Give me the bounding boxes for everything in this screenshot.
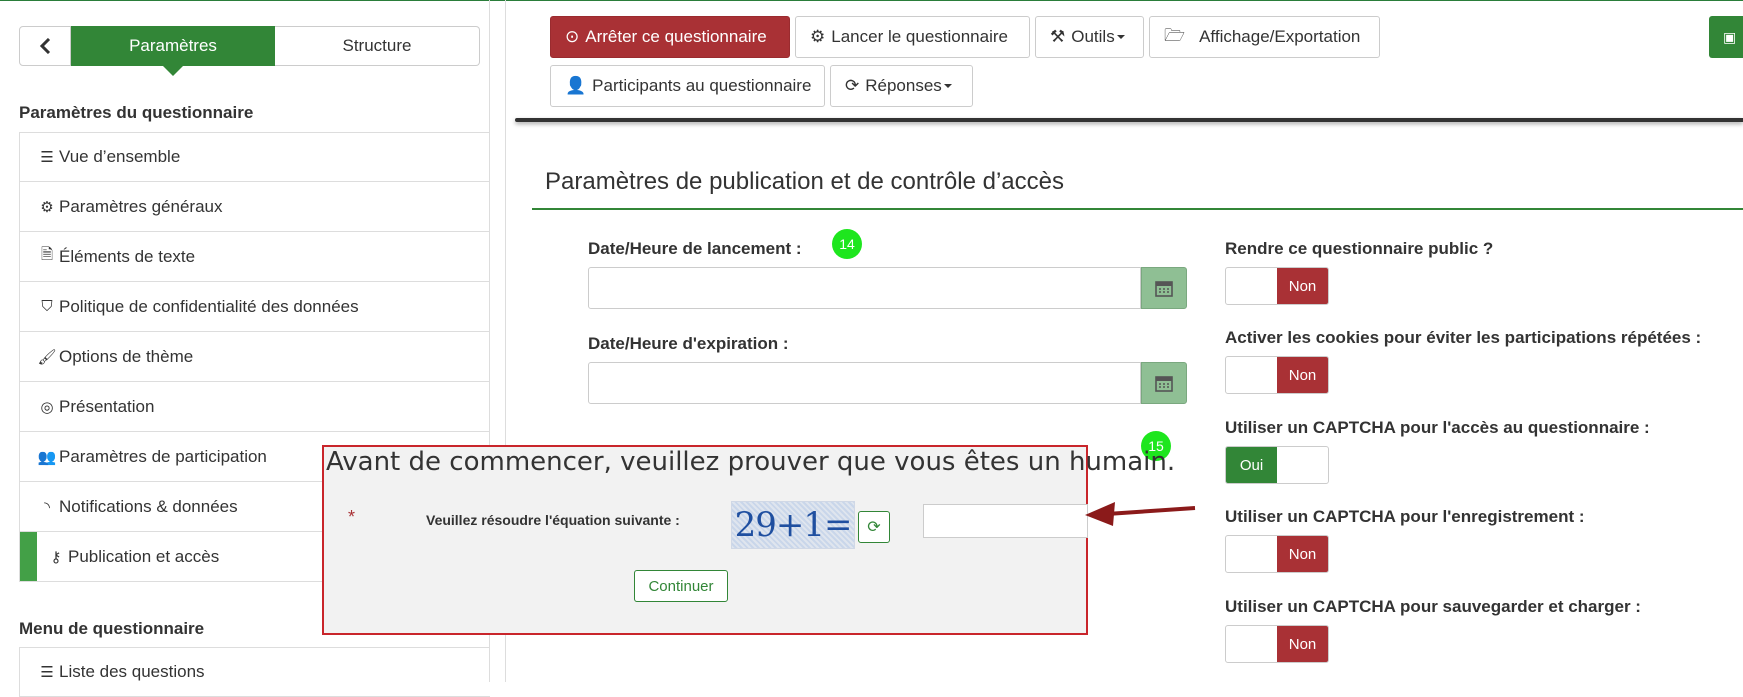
start-date-input[interactable]: [588, 267, 1141, 309]
toggle-empty: [1226, 357, 1277, 393]
caret-down-icon: [943, 84, 952, 88]
toggle-empty: [1226, 626, 1277, 662]
captcha-save-load-label: Utiliser un CAPTCHA pour sauvegarder et …: [1225, 597, 1641, 616]
sidebar-item-label: Paramètres généraux: [59, 196, 223, 216]
sidebar-item-question-list[interactable]: ☰ Liste des questions: [19, 647, 490, 697]
menu-section-title: Menu de questionnaire: [19, 619, 205, 638]
captcha-answer-input[interactable]: [923, 504, 1088, 538]
launch-survey-button[interactable]: ⚙ Lancer le questionnaire: [795, 16, 1030, 58]
cookies-label: Activer les cookies pour éviter les part…: [1225, 328, 1702, 347]
sidebar-item-label: Notifications & données: [59, 496, 238, 516]
expiry-date-label: Date/Heure d'expiration :: [588, 334, 789, 353]
captcha-refresh-button[interactable]: ⟳: [858, 511, 890, 543]
captcha-registration-toggle[interactable]: Non: [1225, 535, 1329, 573]
sidebar-item-label: Politique de confidentialité des données: [59, 296, 359, 316]
user-icon: 👤: [565, 76, 587, 95]
chevron-left-icon: [39, 38, 51, 54]
tab-structure[interactable]: Structure: [275, 26, 480, 66]
sidebar-item-label: Paramètres de participation: [59, 446, 267, 466]
section-title: Paramètres du questionnaire: [19, 103, 254, 122]
captcha-title: Avant de commencer, veuillez prouver que…: [326, 447, 1176, 477]
calendar-icon: [1155, 376, 1173, 392]
gears-icon: ⚙: [40, 198, 54, 216]
step-badge-14: 14: [832, 229, 862, 259]
tools-icon: ⚒: [1050, 27, 1066, 46]
sidebar-item-label: Vue d’ensemble: [59, 147, 181, 166]
toggle-value: Oui: [1226, 447, 1277, 483]
toggle-value: Non: [1277, 536, 1328, 572]
expiry-date-input[interactable]: [588, 362, 1141, 404]
participants-button[interactable]: 👤 Participants au questionnaire: [550, 65, 825, 107]
sidebar-item-text-elements[interactable]: 🗎 Éléments de texte: [19, 232, 490, 282]
caret-down-icon: [1116, 35, 1125, 39]
sidebar-item-general[interactable]: ⚙ Paramètres généraux: [19, 182, 490, 232]
save-button[interactable]: ▣: [1709, 16, 1743, 58]
start-date-calendar-button[interactable]: [1141, 267, 1187, 309]
toolbar-bottom-edge: [515, 118, 1743, 122]
list-icon: ☰: [40, 149, 54, 166]
back-button[interactable]: [19, 26, 71, 66]
responses-dropdown[interactable]: ⟳ Réponses: [830, 65, 973, 107]
key-icon: ⚷: [50, 548, 62, 566]
captcha-access-label: Utiliser un CAPTCHA pour l'accès au ques…: [1225, 418, 1650, 437]
sidebar-item-label: Options de thème: [59, 346, 194, 366]
toggle-value: Non: [1277, 626, 1328, 662]
start-date-label: Date/Heure de lancement :: [588, 239, 802, 258]
captcha-save-load-toggle[interactable]: Non: [1225, 625, 1329, 663]
sidebar-item-label: Éléments de texte: [59, 246, 196, 266]
sidebar-item-label: Présentation: [59, 396, 155, 416]
required-asterisk: *: [348, 507, 356, 527]
questionnaire-menu: ☰ Liste des questions: [19, 647, 490, 697]
floppy-disk-icon: ▣: [1723, 28, 1737, 45]
sidebar-item-privacy[interactable]: ⛉ Politique de confidentialité des donnée…: [19, 282, 490, 332]
document-icon: 🗎: [40, 246, 54, 263]
toggle-value: Non: [1277, 268, 1328, 304]
expiry-date-calendar-button[interactable]: [1141, 362, 1187, 404]
sidebar-item-presentation[interactable]: ◎ Présentation: [19, 382, 490, 432]
captcha-image: 29+1=: [731, 501, 855, 549]
callout-arrow: [1085, 502, 1196, 526]
captcha-prompt: Veuillez résoudre l'équation suivante :: [426, 512, 680, 528]
toggle-empty: [1226, 536, 1277, 572]
folder-open-icon: 🗁: [1164, 25, 1186, 45]
stop-survey-button[interactable]: ⊙ Arrêter ce questionnaire: [550, 16, 790, 58]
tools-label: Outils: [1071, 27, 1115, 46]
shield-icon: ⛉: [41, 298, 53, 315]
gear-icon: ⚙: [810, 27, 826, 46]
sidebar-item-theme[interactable]: 🖌 Options de thème: [19, 332, 490, 382]
refresh-icon: ⟳: [867, 519, 881, 536]
participants-label: Participants au questionnaire: [592, 76, 812, 95]
stop-survey-label: Arrêter ce questionnaire: [585, 27, 767, 46]
captcha-registration-label: Utiliser un CAPTCHA pour l'enregistremen…: [1225, 507, 1585, 526]
public-survey-label: Rendre ce questionnaire public ?: [1225, 239, 1494, 258]
tab-parametres[interactable]: Paramètres: [71, 26, 275, 76]
tools-dropdown[interactable]: ⚒ Outils: [1035, 16, 1144, 58]
public-survey-toggle[interactable]: Non: [1225, 267, 1329, 305]
display-export-label: Affichage/Exportation: [1199, 27, 1361, 46]
sidebar-item-label: Publication et accès: [68, 546, 220, 566]
continue-button[interactable]: Continuer: [634, 570, 728, 602]
list-icon: ☰: [40, 664, 54, 681]
calendar-icon: [1155, 281, 1173, 297]
display-export-button[interactable]: 🗁 Affichage/Exportation: [1149, 16, 1380, 58]
captcha-preview-callout: Avant de commencer, veuillez prouver que…: [322, 445, 1175, 635]
rss-icon: ◝: [44, 498, 50, 516]
launch-survey-label: Lancer le questionnaire: [831, 27, 1008, 46]
stop-circle-icon: ⊙: [565, 27, 580, 46]
users-icon: 👥: [37, 448, 57, 466]
toggle-empty: [1277, 447, 1328, 483]
sidebar-item-overview[interactable]: ☰ Vue d’ensemble: [19, 132, 490, 182]
page-title: Paramètres de publication et de contrôle…: [545, 168, 1064, 195]
eye-slash-icon: ◎: [40, 398, 54, 416]
responses-label: Réponses: [865, 76, 942, 95]
toggle-empty: [1226, 268, 1277, 304]
responses-icon: ⟳: [845, 76, 860, 95]
cookies-toggle[interactable]: Non: [1225, 356, 1329, 394]
title-underline: [532, 208, 1743, 210]
captcha-access-toggle[interactable]: Oui: [1225, 446, 1329, 484]
paintbrush-icon: 🖌: [37, 348, 57, 366]
sidebar-item-label: Liste des questions: [59, 662, 205, 681]
toggle-value: Non: [1277, 357, 1328, 393]
